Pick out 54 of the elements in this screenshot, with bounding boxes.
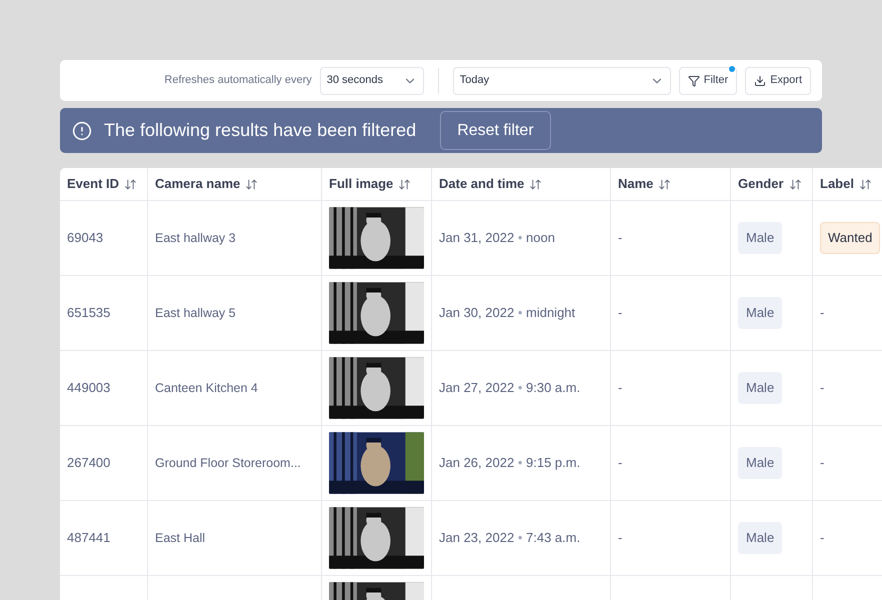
alert-icon <box>72 120 92 140</box>
event-id: 651535 <box>67 304 110 322</box>
camera-name: Ground Floor Storeroom... <box>155 454 301 472</box>
event-id: 69043 <box>67 229 104 248</box>
camera-name: East Hall <box>155 530 206 547</box>
export-button[interactable]: Export <box>745 66 811 94</box>
reset-filter-button[interactable]: Reset filter <box>440 111 551 150</box>
camera-name: Canteen Kitchen 4 <box>155 380 258 397</box>
person-name: - <box>618 379 622 398</box>
label-value: - <box>820 379 824 398</box>
gender-tag: Male <box>738 522 782 554</box>
interval-dropdown[interactable]: 30 seconds <box>320 66 424 94</box>
person-name: - <box>618 454 622 472</box>
date-time: Jan 26, 2022 • 9:15 p.m. <box>439 454 580 472</box>
date-time: Jan 30, 2022 • midnight <box>439 304 576 322</box>
sort-icon[interactable] <box>529 178 542 190</box>
refresh-label: Refreshes automatically every <box>164 73 312 88</box>
person-name: - <box>618 304 622 322</box>
label-value: - <box>820 304 824 322</box>
column-header[interactable]: Name <box>618 174 672 194</box>
event-id: 449003 <box>67 379 110 398</box>
filter-button[interactable]: Filter <box>678 66 738 94</box>
date-range-dropdown[interactable]: Today <box>452 66 671 94</box>
event-id: 487441 <box>67 529 110 548</box>
label-value: - <box>820 529 824 548</box>
column-header[interactable]: Label <box>820 174 872 194</box>
event-id: 267400 <box>67 454 110 472</box>
gender-tag: Male <box>738 297 782 329</box>
person-name: - <box>618 529 622 548</box>
date-time: Jan 27, 2022 • 9:30 a.m. <box>439 379 580 398</box>
column-header[interactable]: Camera name <box>155 174 258 194</box>
date-time: Jan 23, 2022 • 7:43 a.m. <box>439 529 580 548</box>
column-header[interactable]: Full image <box>329 174 412 194</box>
filter-icon <box>688 74 700 86</box>
sort-icon[interactable] <box>788 178 802 190</box>
gender-tag: Male <box>738 447 782 479</box>
camera-name: East hallway 3 <box>155 230 236 247</box>
gender-tag: Male <box>738 372 782 404</box>
gender-tag: Male <box>738 222 782 254</box>
column-header[interactable]: Event ID <box>67 174 138 194</box>
banner-message: The following results have been filtered <box>104 119 416 142</box>
download-icon <box>754 74 766 86</box>
sort-icon[interactable] <box>398 178 412 190</box>
sort-icon[interactable] <box>658 178 672 190</box>
sort-icon[interactable] <box>245 178 258 190</box>
sort-icon[interactable] <box>124 178 138 190</box>
column-header[interactable]: Date and time <box>439 174 542 194</box>
label-value: - <box>820 454 824 472</box>
camera-name: East hallway 5 <box>155 304 236 322</box>
column-header[interactable]: Gender <box>738 174 802 194</box>
label-tag: Wanted <box>820 222 880 254</box>
date-time: Jan 31, 2022 • noon <box>439 229 555 248</box>
sort-icon[interactable] <box>858 178 872 190</box>
person-name: - <box>618 229 622 248</box>
